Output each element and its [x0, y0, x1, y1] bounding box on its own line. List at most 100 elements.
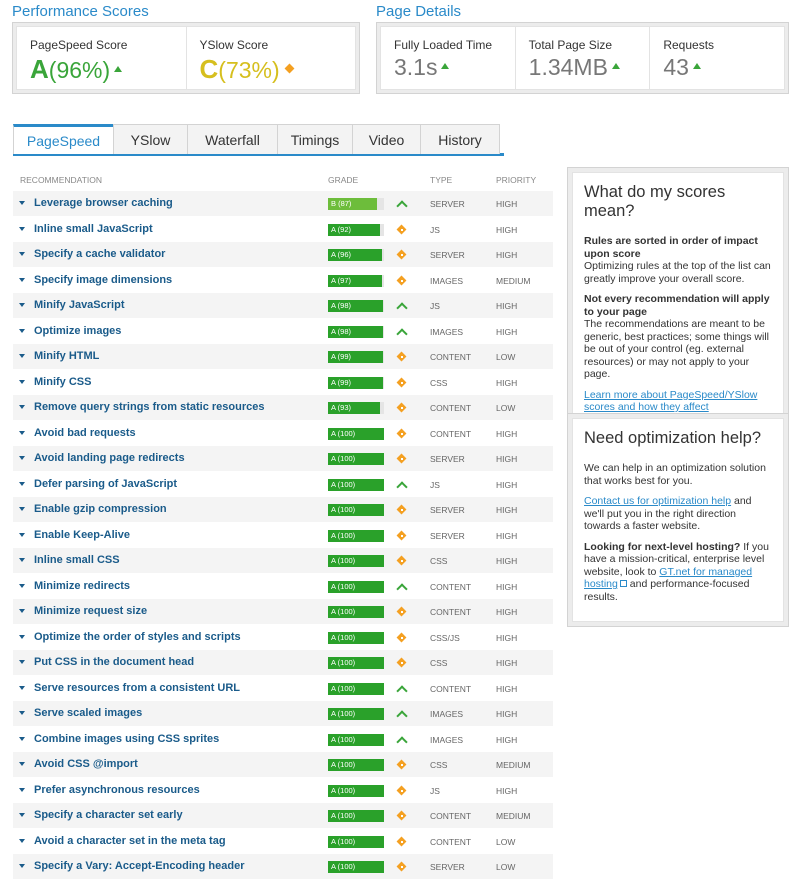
recommendation-type: SERVER — [430, 505, 465, 515]
recommendation-row[interactable]: Minify HTML A (99) CONTENT LOW — [13, 344, 553, 370]
caret-down-icon[interactable] — [19, 685, 25, 690]
recommendation-row[interactable]: Specify a cache validator A (96) SERVER HIG… — [13, 242, 553, 268]
yslow-score: YSlow Score C(73%) — [187, 27, 356, 89]
caret-down-icon[interactable] — [19, 864, 25, 868]
grade-bar: A (97) — [328, 274, 384, 287]
caret-down-icon[interactable] — [19, 507, 25, 511]
fully-loaded-time: Fully Loaded Time 3.1s — [381, 27, 516, 89]
caret-down-icon[interactable] — [19, 532, 25, 537]
tab-waterfall[interactable]: Waterfall — [187, 124, 278, 154]
recommendation-name[interactable]: Avoid CSS @import — [34, 758, 138, 770]
requests-label: Requests — [663, 38, 715, 52]
recommendation-name[interactable]: Prefer asynchronous resources — [34, 784, 200, 796]
recommendation-row[interactable]: Inline small JavaScript A (92) JS HIGH — [13, 217, 553, 242]
recommendation-name[interactable]: Avoid bad requests — [34, 427, 136, 439]
recommendation-name[interactable]: Specify a character set early — [34, 809, 183, 821]
recommendation-priority: HIGH — [496, 632, 518, 643]
recommendation-row[interactable]: Prefer asynchronous resources A (100) JS HI… — [13, 778, 553, 803]
recommendation-name[interactable]: Minimize request size — [34, 605, 147, 617]
recommendation-row[interactable]: Specify image dimensions A (97) IMAGES MEDI… — [13, 268, 553, 293]
recommendation-row[interactable]: Combine images using CSS sprites A (100) I… — [13, 727, 553, 752]
recommendation-name[interactable]: Combine images using CSS sprites — [34, 733, 219, 745]
recommendation-row[interactable]: Optimize the order of styles and scripts… — [13, 625, 553, 650]
recommendation-row[interactable]: Minify CSS A (99) CSS HIGH — [13, 370, 553, 395]
recommendation-type: IMAGES — [430, 275, 464, 286]
contact-link[interactable]: Contact us for optimization help — [584, 495, 731, 507]
caret-down-icon[interactable] — [19, 328, 25, 333]
caret-down-icon[interactable] — [19, 226, 25, 231]
recommendation-row[interactable]: Defer parsing of JavaScript A (100) JS HIGH — [13, 472, 553, 497]
recommendation-name[interactable]: Minify CSS — [34, 376, 91, 388]
recommendation-name[interactable]: Avoid landing page redirects — [34, 452, 185, 464]
recommendation-row[interactable]: Avoid bad requests A (100) CONTENT HIGH — [13, 421, 553, 446]
caret-down-icon[interactable] — [19, 813, 25, 817]
recommendation-name[interactable]: Specify a cache validator — [34, 248, 165, 260]
recommendation-name[interactable]: Specify a Vary: Accept-Encoding header — [34, 860, 245, 872]
tab-pagespeed[interactable]: PageSpeed — [13, 124, 114, 154]
scores-explanation-p1-text: Optimizing rules at the top of the list … — [584, 260, 771, 285]
recommendation-name[interactable]: Specify image dimensions — [34, 274, 172, 286]
recommendation-name[interactable]: Put CSS in the document head — [34, 656, 194, 668]
recommendation-row[interactable]: Optimize images A (98) IMAGES HIGH — [13, 319, 553, 344]
recommendation-row[interactable]: Specify a Vary: Accept-Encoding header A … — [13, 854, 553, 880]
caret-down-icon[interactable] — [19, 838, 25, 843]
recommendation-row[interactable]: Serve scaled images A (100) IMAGES HIGH — [13, 701, 553, 727]
tab-video[interactable]: Video — [352, 124, 421, 154]
recommendation-name[interactable]: Inline small CSS — [34, 554, 120, 566]
recommendation-name[interactable]: Minimize redirects — [34, 580, 130, 592]
scores-explanation-p1-bold: Rules are sorted in order of impact upon… — [584, 235, 758, 260]
recommendation-name[interactable]: Serve resources from a consistent URL — [34, 682, 240, 694]
recommendation-type: IMAGES — [430, 326, 464, 337]
caret-down-icon[interactable] — [19, 481, 25, 486]
caret-down-icon[interactable] — [19, 456, 25, 460]
caret-down-icon[interactable] — [19, 762, 25, 766]
tab-history[interactable]: History — [420, 124, 500, 154]
recommendation-row[interactable]: Avoid CSS @import A (100) CSS MEDIUM — [13, 752, 553, 778]
recommendation-row[interactable]: Minify JavaScript A (98) JS HIGH — [13, 293, 553, 319]
caret-down-icon[interactable] — [19, 634, 25, 639]
recommendation-row[interactable]: Specify a character set early A (100) CONT… — [13, 803, 553, 829]
recommendation-name[interactable]: Serve scaled images — [34, 707, 142, 719]
recommendation-row[interactable]: Minimize redirects A (100) CONTENT HIGH — [13, 574, 553, 599]
caret-down-icon[interactable] — [19, 558, 25, 562]
recommendation-row[interactable]: Serve resources from a consistent URL A (… — [13, 676, 553, 701]
recommendation-row[interactable]: Avoid a character set in the meta tag A (… — [13, 829, 553, 854]
recommendation-name[interactable]: Remove query strings from static resourc… — [34, 401, 264, 413]
caret-down-icon[interactable] — [19, 736, 25, 741]
recommendation-name[interactable]: Enable gzip compression — [34, 503, 167, 515]
tab-timings[interactable]: Timings — [277, 124, 353, 154]
caret-down-icon[interactable] — [19, 277, 25, 282]
recommendation-name[interactable]: Optimize the order of styles and scripts — [34, 631, 241, 643]
recommendation-row[interactable]: Leverage browser caching B (87) SERVER HIGH — [13, 191, 553, 217]
recommendation-row[interactable]: Remove query strings from static resourc… — [13, 395, 553, 421]
caret-down-icon[interactable] — [19, 609, 25, 613]
recommendation-name[interactable]: Inline small JavaScript — [34, 223, 153, 235]
recommendation-name[interactable]: Minify HTML — [34, 350, 99, 362]
recommendation-row[interactable]: Put CSS in the document head A (100) CSS HI… — [13, 650, 553, 676]
recommendation-name[interactable]: Leverage browser caching — [34, 197, 173, 209]
trend-neutral-icon — [396, 632, 408, 644]
caret-down-icon[interactable] — [19, 252, 25, 256]
caret-down-icon[interactable] — [19, 201, 25, 205]
caret-down-icon[interactable] — [19, 787, 25, 792]
recommendation-row[interactable]: Enable Keep-Alive A (100) SERVER HIGH — [13, 523, 553, 548]
caret-down-icon[interactable] — [19, 711, 25, 715]
recommendation-name[interactable]: Avoid a character set in the meta tag — [34, 835, 226, 847]
recommendation-row[interactable]: Avoid landing page redirects A (100) SERVE… — [13, 446, 553, 472]
recommendation-row[interactable]: Inline small CSS A (100) CSS HIGH — [13, 548, 553, 574]
recommendation-name[interactable]: Optimize images — [34, 325, 121, 337]
grade-bar: A (100) — [328, 631, 384, 644]
caret-down-icon[interactable] — [19, 660, 25, 664]
recommendation-row[interactable]: Minimize request size A (100) CONTENT HIGH — [13, 599, 553, 625]
caret-down-icon[interactable] — [19, 430, 25, 435]
recommendation-name[interactable]: Enable Keep-Alive — [34, 529, 130, 541]
recommendation-name[interactable]: Defer parsing of JavaScript — [34, 478, 177, 490]
tab-yslow[interactable]: YSlow — [113, 124, 188, 154]
caret-down-icon[interactable] — [19, 354, 25, 358]
recommendation-name[interactable]: Minify JavaScript — [34, 299, 124, 311]
caret-down-icon[interactable] — [19, 379, 25, 384]
caret-down-icon[interactable] — [19, 583, 25, 588]
caret-down-icon[interactable] — [19, 405, 25, 409]
caret-down-icon[interactable] — [19, 303, 25, 307]
recommendation-row[interactable]: Enable gzip compression A (100) SERVER HIGH — [13, 497, 553, 523]
